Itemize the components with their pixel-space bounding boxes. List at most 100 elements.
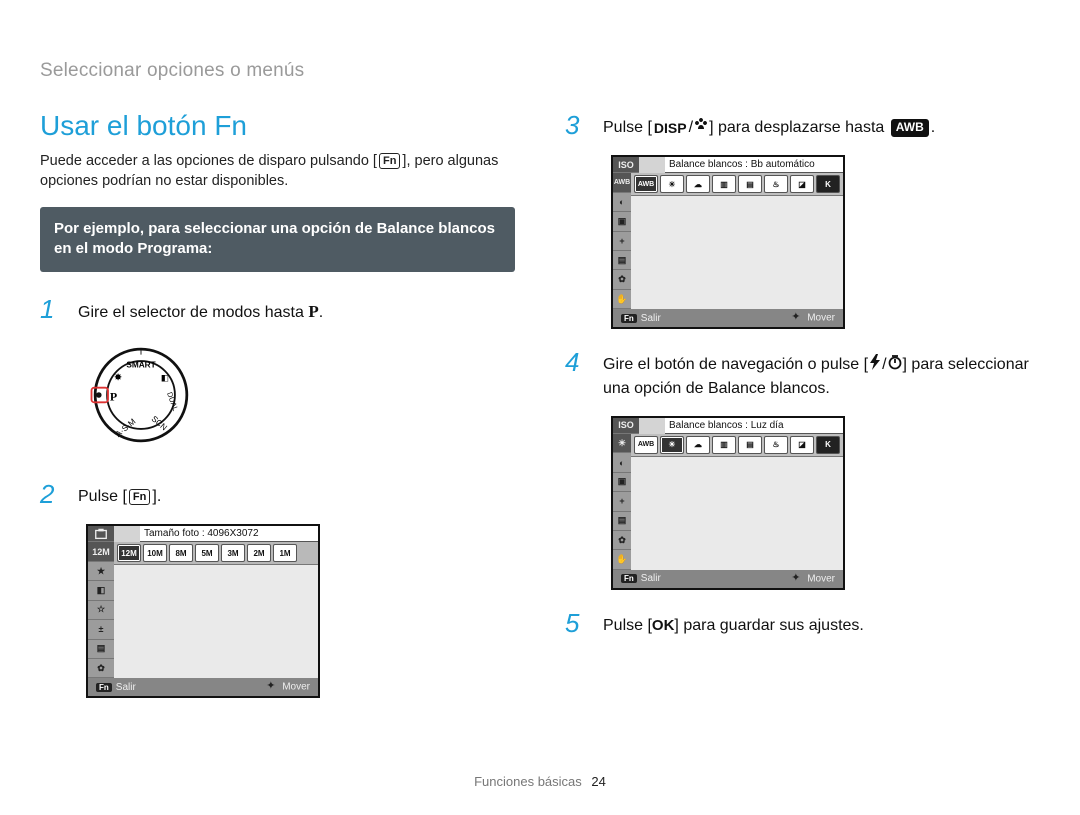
fn-chip-icon: Fn <box>621 574 637 583</box>
lcd-option: 2M <box>247 544 271 562</box>
lcd-option: 12M <box>117 544 141 562</box>
ok-button-icon: OK <box>652 617 675 634</box>
step-text: Gire el botón de navegación o pulse [/] … <box>603 347 1040 400</box>
lcd-title: Balance blancos : Luz día <box>665 418 843 434</box>
step-number: 1 <box>40 294 66 322</box>
lcd-option-daylight-icon: ☀ <box>660 175 684 193</box>
intro-paragraph: Puede acceder a las opciones de disparo … <box>40 152 515 191</box>
lcd-preview-area <box>114 565 318 678</box>
lcd-option-fluor-h-icon: ▥ <box>712 175 736 193</box>
timer-icon <box>887 354 903 377</box>
lcd-option: 1M <box>273 544 297 562</box>
step5-text-a: Pulse [ <box>603 617 652 634</box>
nav-diamond-icon <box>266 681 278 693</box>
lcd-footer: Fn Salir Mover <box>88 678 318 696</box>
step-number: 5 <box>565 608 591 636</box>
lcd-option-fluor-l-icon: ▤ <box>738 175 762 193</box>
lcd-option-tungsten-icon: ♨ <box>764 175 788 193</box>
fn-chip-icon: Fn <box>96 683 112 692</box>
lcd-side-icon: ▤ <box>88 640 114 659</box>
camera-lcd-wb-auto: ISO Balance blancos : Bb automático AWB … <box>611 155 845 329</box>
lcd-footer: FnSalir Mover <box>613 309 843 327</box>
step-text: Pulse [Fn]. <box>78 479 161 508</box>
lcd-side-icon: ✿ <box>613 270 631 289</box>
lcd-option-kelvin-icon: K <box>816 175 840 193</box>
lcd-option: 3M <box>221 544 245 562</box>
example-callout: Por ejemplo, para seleccionar una opción… <box>40 207 515 272</box>
lcd-side-icon: ✋ <box>613 550 631 569</box>
step-number: 4 <box>565 347 591 375</box>
step1-text-a: Gire el selector de modos hasta <box>78 304 308 321</box>
step-text: Gire el selector de modos hasta P. <box>78 294 323 325</box>
lcd-side-icon: ✿ <box>88 659 114 678</box>
lcd-option-row: AWB ☀ ☁ ▥ ▤ ♨ ◪ K <box>631 173 843 196</box>
lcd-option-cloudy-icon: ☁ <box>686 436 710 454</box>
lcd-option: 10M <box>143 544 167 562</box>
step3-text-a: Pulse [ <box>603 119 652 136</box>
section-title: Usar el botón Fn <box>40 110 515 142</box>
svg-text:◧: ◧ <box>161 374 169 383</box>
step5-text-b: ] para guardar sus ajustes. <box>674 617 863 634</box>
lcd-footer: Fn Salir Mover <box>613 570 843 588</box>
two-column-layout: Usar el botón Fn Puede acceder a las opc… <box>40 110 1040 716</box>
lcd-side-icon: ◐ <box>613 453 631 472</box>
breadcrumb: Seleccionar opciones o menús <box>40 60 1040 82</box>
camera-lcd-photo-size: Tamaño foto : 4096X3072 12M ★ ◧ ☆ ± ▤ ✿ <box>86 524 320 698</box>
camera-lcd-wb-daylight: ISO Balance blancos : Luz día ☀ ◐ ▣ + ▤ … <box>611 416 845 590</box>
lcd-side-icon: ★ <box>88 562 114 581</box>
lcd-side-icon: ◧ <box>88 581 114 600</box>
lcd-left-icons: 12M ★ ◧ ☆ ± ▤ ✿ <box>88 542 114 678</box>
step-5: 5 Pulse [OK] para guardar sus ajustes. <box>565 608 1040 637</box>
step2-text-a: Pulse [ <box>78 488 127 505</box>
mode-dial-graphic: SMART ◧ DUAL SCN A·S·M P ✸ <box>86 340 515 455</box>
lcd-footer-right: Mover <box>282 682 310 693</box>
fn-button-icon: Fn <box>129 489 150 505</box>
lcd-option-row: AWB ☀ ☁ ▥ ▤ ♨ ◪ K <box>631 434 843 457</box>
lcd-preview-area <box>631 457 843 570</box>
lcd-footer-right: Mover <box>807 313 835 324</box>
page-footer: Funciones básicas 24 <box>0 774 1080 789</box>
mode-p-icon: P <box>308 302 318 321</box>
lcd-footer-left: Salir <box>641 573 661 584</box>
lcd-option: 5M <box>195 544 219 562</box>
lcd-footer-right: Mover <box>807 574 835 585</box>
lcd-footer-left: Salir <box>116 682 136 693</box>
lcd-option-awb: AWB <box>634 175 658 193</box>
mode-dial-icon: SMART ◧ DUAL SCN A·S·M P ✸ <box>86 340 196 450</box>
step-text: Pulse [OK] para guardar sus ajustes. <box>603 608 864 637</box>
lcd-side-icon: ▤ <box>613 251 631 270</box>
step-number: 2 <box>40 479 66 507</box>
lcd-side-icon: ISO <box>613 157 639 173</box>
step4-text-a: Gire el botón de navegación o pulse [ <box>603 356 868 373</box>
lcd-side-icon: + <box>613 492 631 511</box>
step3-text-c: . <box>931 119 935 136</box>
nav-diamond-icon <box>791 312 803 324</box>
right-column: 3 Pulse [DISP/] para desplazarse hasta A… <box>565 110 1040 716</box>
lcd-option: 8M <box>169 544 193 562</box>
flash-icon <box>868 354 882 377</box>
lcd-option-row: 12M 10M 8M 5M 3M 2M 1M <box>114 542 318 565</box>
svg-text:✸: ✸ <box>114 373 122 384</box>
disp-button-icon: DISP <box>654 120 687 136</box>
lcd-title: Tamaño foto : 4096X3072 <box>140 526 318 542</box>
intro-text-a: Puede acceder a las opciones de disparo … <box>40 153 377 169</box>
step-3: 3 Pulse [DISP/] para desplazarse hasta A… <box>565 110 1040 139</box>
step-1: 1 Gire el selector de modos hasta P. <box>40 294 515 325</box>
step-4: 4 Gire el botón de navegación o pulse [/… <box>565 347 1040 400</box>
lcd-left-icons: AWB ◐ ▣ + ▤ ✿ ✋ <box>613 173 631 309</box>
step2-text-b: ]. <box>152 488 161 505</box>
lcd-side-icon: ▣ <box>613 473 631 492</box>
svg-text:SMART: SMART <box>126 361 155 370</box>
lcd-side-icon: ▣ <box>613 212 631 231</box>
lcd-option-daylight-icon: ☀ <box>660 436 684 454</box>
lcd-side-icon: ▤ <box>613 512 631 531</box>
step-text: Pulse [DISP/] para desplazarse hasta AWB… <box>603 110 935 139</box>
lcd-side-icon: ✋ <box>613 290 631 309</box>
footer-section-label: Funciones básicas <box>474 774 582 789</box>
lcd-left-icons: ☀ ◐ ▣ + ▤ ✿ ✋ <box>613 434 631 570</box>
lcd-side-daylight-icon: ☀ <box>613 434 631 453</box>
nav-diamond-icon <box>791 573 803 585</box>
lcd-side-icon: ± <box>88 620 114 639</box>
lcd-side-icon: + <box>613 232 631 251</box>
svg-text:P: P <box>110 390 117 404</box>
